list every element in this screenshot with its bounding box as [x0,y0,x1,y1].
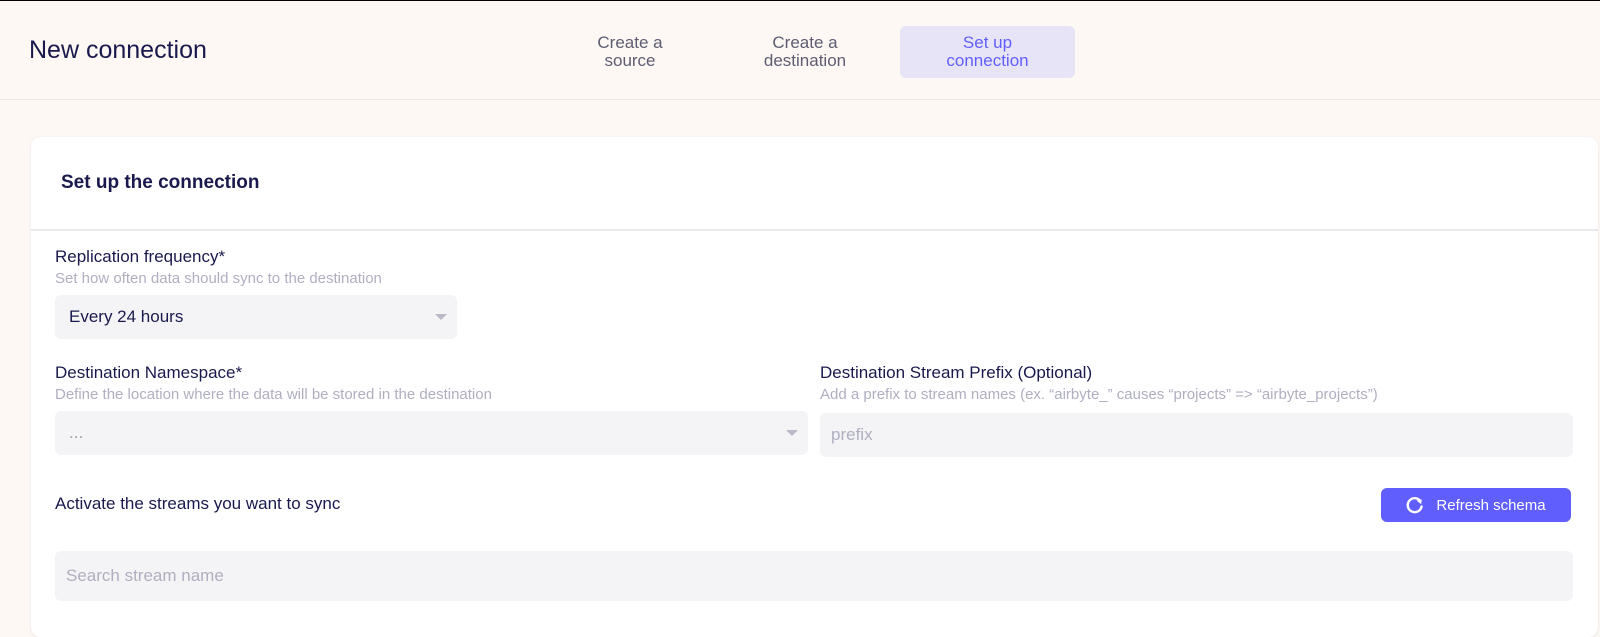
stream-prefix-hint: Add a prefix to stream names (ex. “airby… [820,386,1378,403]
step-label-line2: source [604,51,656,70]
step-label-line2: connection [946,51,1029,70]
replication-frequency-select[interactable]: Every 24 hours [55,295,457,339]
step-label-line1: Set up [962,33,1013,52]
replication-frequency-label: Replication frequency* [55,247,226,266]
replication-frequency-hint: Set how often data should sync to the de… [55,270,382,287]
streams-section-label: Activate the streams you want to sync [55,494,341,513]
destination-namespace-label: Destination Namespace* [55,363,243,382]
destination-namespace-value: ... [69,423,84,442]
step-label-line2: destination [763,51,847,70]
page-title: New connection [29,36,207,64]
step-create-destination[interactable]: Create a destination [745,26,865,78]
stream-prefix-label: Destination Stream Prefix (Optional) [820,363,1093,382]
step-set-up-connection[interactable]: Set up connection [900,26,1075,78]
stream-prefix-input[interactable] [820,413,1573,457]
card-header: Set up the connection [31,137,1598,231]
step-label-line1: Create a [597,33,663,52]
destination-namespace-hint: Define the location where the data will … [55,386,492,403]
refresh-icon [1406,496,1424,514]
refresh-schema-button[interactable]: Refresh schema [1381,488,1571,522]
chevron-down-icon [435,314,447,320]
step-label-line1: Create a [772,33,838,52]
chevron-down-icon [786,430,798,436]
card-title: Set up the connection [61,172,260,193]
replication-frequency-value: Every 24 hours [69,307,184,326]
page-header: New connection Create a source Create a … [0,1,1600,100]
refresh-schema-label: Refresh schema [1436,496,1546,514]
search-stream-input[interactable] [55,551,1573,601]
destination-namespace-select[interactable]: ... [55,411,808,455]
step-create-source[interactable]: Create a source [575,26,685,78]
